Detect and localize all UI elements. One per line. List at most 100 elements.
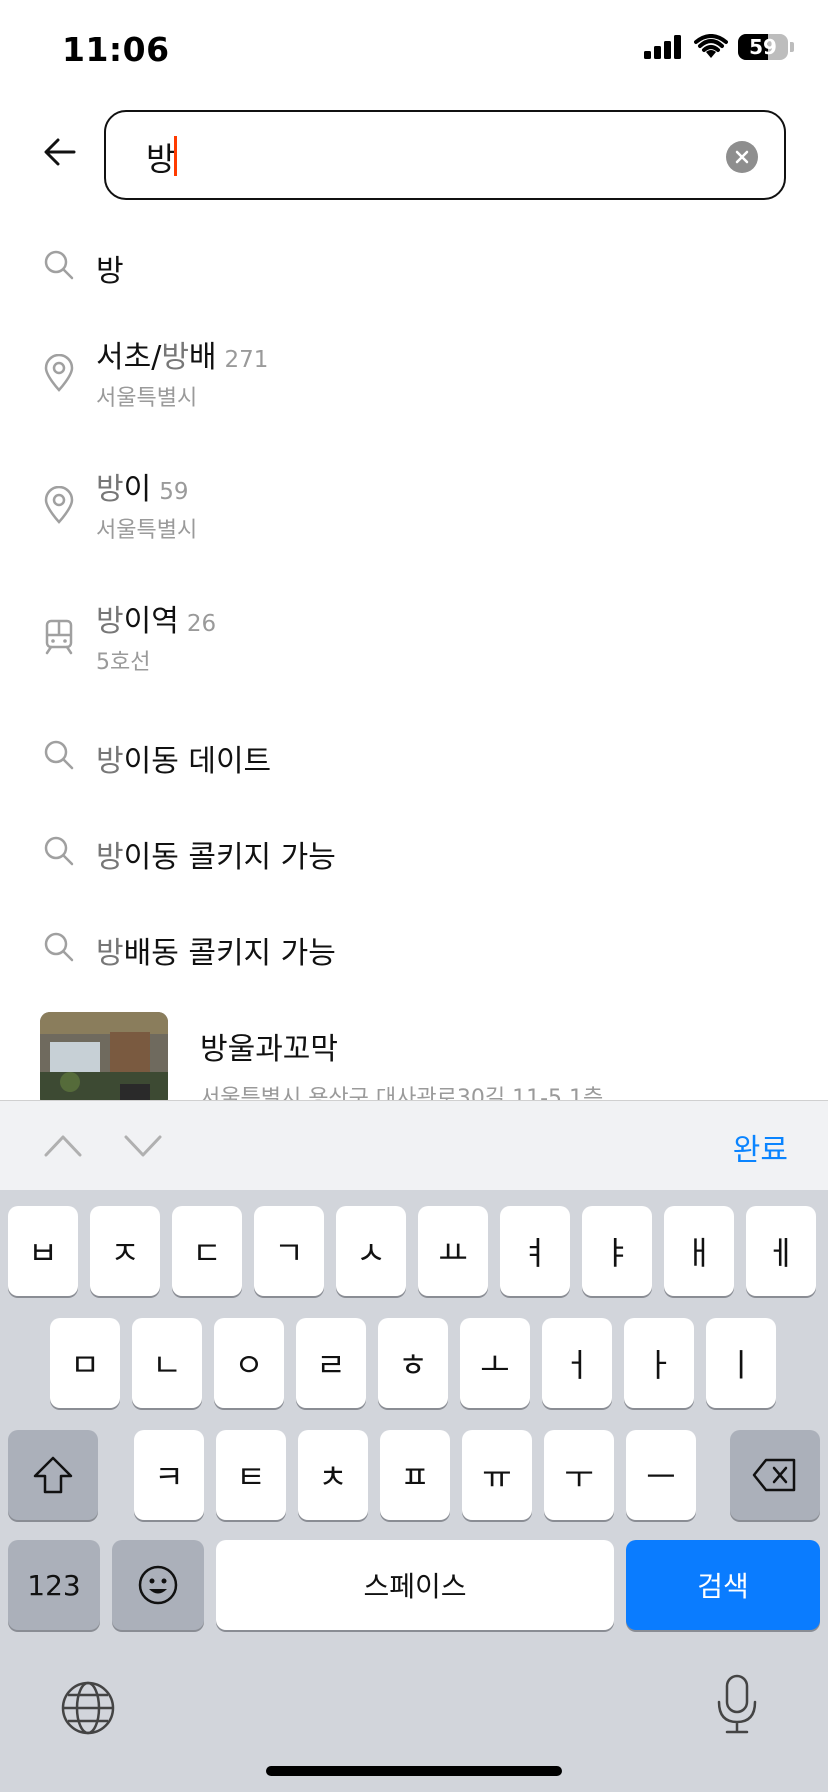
- letter-key[interactable]: ㅌ: [216, 1430, 286, 1520]
- text-caret: [174, 136, 177, 176]
- suggestion-subtitle: 5호선: [96, 650, 151, 675]
- place-name: 방울과꼬막: [200, 1032, 338, 1067]
- suggestion-title: 방배동 콜키지 가능: [96, 928, 336, 972]
- letter-key[interactable]: ㅏ: [624, 1318, 694, 1408]
- clear-search-button[interactable]: [726, 141, 758, 173]
- suggestion-subtitle: 서울특별시: [96, 518, 198, 543]
- search-icon: [40, 832, 78, 870]
- letter-key[interactable]: ㅂ: [8, 1206, 78, 1296]
- letter-key[interactable]: ㅋ: [134, 1430, 204, 1520]
- suggestion-title: 방이동 콜키지 가능: [96, 832, 336, 876]
- space-key[interactable]: 스페이스: [216, 1540, 614, 1630]
- shift-key[interactable]: [8, 1430, 98, 1520]
- location-pin-icon: [40, 354, 78, 392]
- chevron-down-icon: [124, 1135, 162, 1157]
- letter-key[interactable]: ㅁ: [50, 1318, 120, 1408]
- title-rest: 배: [188, 340, 217, 375]
- suggestion-title: 방이동 데이트: [96, 736, 271, 780]
- result-count: 59: [159, 479, 189, 505]
- place-address: 서울특별시 용산구 대사관로30길 11-5 1층: [200, 1086, 604, 1100]
- letter-key[interactable]: ㅓ: [542, 1318, 612, 1408]
- letter-key[interactable]: ㅇ: [214, 1318, 284, 1408]
- numbers-key[interactable]: 123: [8, 1540, 100, 1630]
- back-button[interactable]: [38, 130, 82, 174]
- suggestion-place[interactable]: 방울과꼬막 서울특별시 용산구 대사관로30길 11-5 1층: [0, 1010, 828, 1100]
- letter-key[interactable]: ㄱ: [254, 1206, 324, 1296]
- chevron-up-icon: [44, 1135, 82, 1157]
- letter-key[interactable]: ㅐ: [664, 1206, 734, 1296]
- letter-key[interactable]: ㅗ: [460, 1318, 530, 1408]
- previous-field-button[interactable]: [40, 1123, 86, 1169]
- microphone-icon[interactable]: [714, 1674, 760, 1736]
- letter-key[interactable]: ㄹ: [296, 1318, 366, 1408]
- title-rest: 이역: [123, 604, 179, 639]
- title-rest: 이동 콜키지 가능: [123, 840, 336, 875]
- title-rest: 이: [123, 472, 152, 507]
- suggestion-title: 방: [96, 254, 124, 289]
- letter-key[interactable]: ㅜ: [544, 1430, 614, 1520]
- suggestion-area[interactable]: 서초/방배 271 서울특별시: [0, 320, 828, 420]
- suggestion-query[interactable]: 방이동 데이트: [0, 720, 828, 790]
- suggestion-query[interactable]: 방: [0, 230, 828, 300]
- title-match: 방: [161, 340, 189, 375]
- search-input[interactable]: 방: [104, 110, 786, 200]
- suggestion-station[interactable]: 방이역 26 5호선: [0, 584, 828, 684]
- letter-key[interactable]: ㅅ: [336, 1206, 406, 1296]
- emoji-icon: [138, 1565, 178, 1605]
- letter-key[interactable]: ㅊ: [298, 1430, 368, 1520]
- place-thumbnail: [40, 1012, 168, 1100]
- letter-key[interactable]: ㄷ: [172, 1206, 242, 1296]
- status-icons: 59: [644, 34, 794, 60]
- title-match: 방: [96, 936, 124, 971]
- title-match: 방: [96, 744, 124, 779]
- search-icon: [40, 928, 78, 966]
- title-rest: 이동 데이트: [123, 744, 272, 779]
- title-rest: 배동 콜키지 가능: [123, 936, 336, 971]
- letter-key[interactable]: ㅠ: [462, 1430, 532, 1520]
- keyboard: ㅂㅈㄷㄱㅅㅛㅕㅑㅐㅔ ㅁㄴㅇㄹㅎㅗㅓㅏㅣ ㅋㅌㅊㅍㅠㅜㅡ 123 스페이스 검색: [0, 1190, 828, 1792]
- next-field-button[interactable]: [120, 1123, 166, 1169]
- battery-icon: 59: [738, 34, 788, 60]
- emoji-key[interactable]: [112, 1540, 204, 1630]
- cellular-signal-icon: [644, 35, 681, 59]
- home-indicator: [266, 1766, 562, 1776]
- keyboard-accessory-bar: 완료: [0, 1100, 828, 1191]
- search-key[interactable]: 검색: [626, 1540, 820, 1630]
- search-icon: [40, 736, 78, 774]
- wifi-icon: [694, 34, 728, 58]
- letter-key[interactable]: ㅕ: [500, 1206, 570, 1296]
- search-icon: [40, 246, 78, 284]
- backspace-icon: [752, 1458, 796, 1492]
- letter-key[interactable]: ㅍ: [380, 1430, 450, 1520]
- suggestion-area[interactable]: 방이 59 서울특별시: [0, 452, 828, 552]
- suggestion-title: 방이역 26: [96, 596, 216, 640]
- close-icon: [735, 150, 749, 164]
- arrow-left-icon: [44, 138, 76, 166]
- location-pin-icon: [40, 486, 78, 524]
- title-match: 방: [96, 604, 124, 639]
- delete-key[interactable]: [730, 1430, 820, 1520]
- status-time: 11:06: [62, 30, 170, 69]
- title-prefix: 서초/: [96, 340, 162, 375]
- suggestion-query[interactable]: 방배동 콜키지 가능: [0, 912, 828, 982]
- letter-key[interactable]: ㅛ: [418, 1206, 488, 1296]
- status-bar: 11:06 59: [0, 0, 828, 100]
- suggestion-query[interactable]: 방이동 콜키지 가능: [0, 816, 828, 886]
- letter-key[interactable]: ㄴ: [132, 1318, 202, 1408]
- letter-key[interactable]: ㅑ: [582, 1206, 652, 1296]
- suggestion-title: 서초/방배 271: [96, 332, 268, 376]
- letter-key[interactable]: ㅎ: [378, 1318, 448, 1408]
- globe-icon[interactable]: [60, 1680, 116, 1736]
- result-count: 26: [186, 611, 217, 637]
- suggestion-subtitle: 서울특별시: [96, 386, 198, 411]
- search-input-value: 방: [146, 140, 176, 178]
- letter-key[interactable]: ㅈ: [90, 1206, 160, 1296]
- title-match: 방: [96, 840, 124, 875]
- letter-key[interactable]: ㅡ: [626, 1430, 696, 1520]
- battery-cap: [790, 42, 794, 52]
- done-button[interactable]: 완료: [733, 1125, 788, 1169]
- letter-key[interactable]: ㅔ: [746, 1206, 816, 1296]
- result-count: 271: [224, 347, 269, 373]
- battery-percentage: 59: [749, 35, 777, 59]
- letter-key[interactable]: ㅣ: [706, 1318, 776, 1408]
